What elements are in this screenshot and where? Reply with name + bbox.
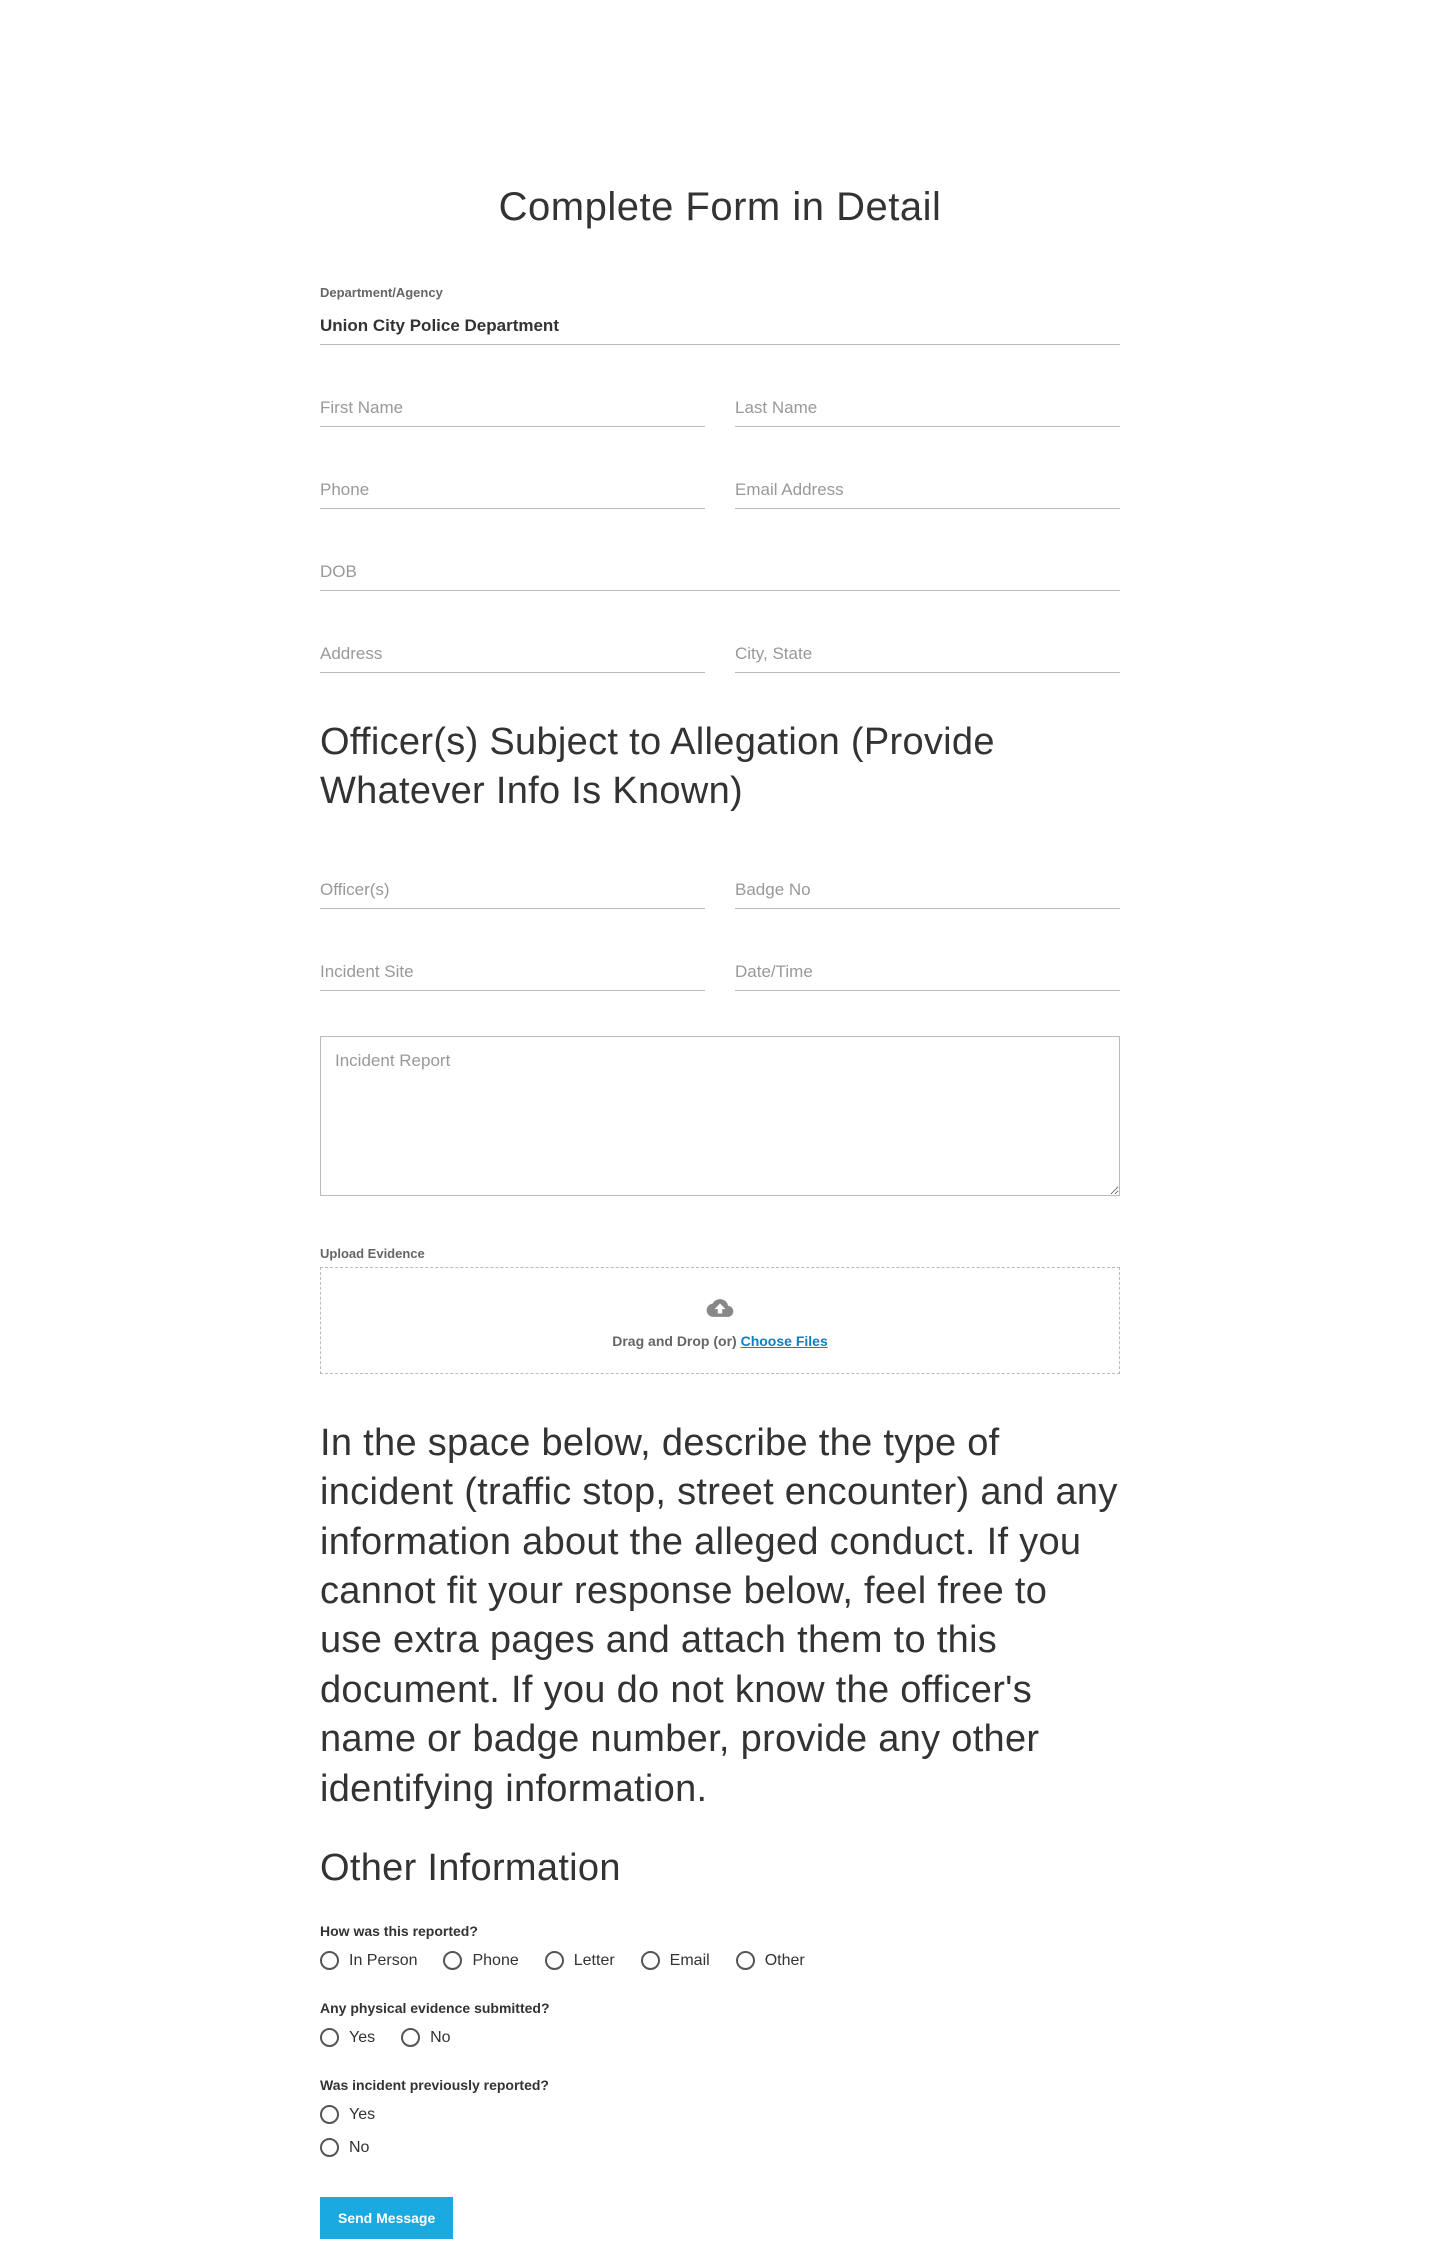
email-input[interactable] [735, 472, 1120, 509]
q1-radio-letter[interactable] [545, 1951, 564, 1970]
last-name-input[interactable] [735, 390, 1120, 427]
officers-input[interactable] [320, 872, 705, 909]
upload-dropzone[interactable]: Drag and Drop (or) Choose Files [320, 1267, 1120, 1374]
first-name-input[interactable] [320, 390, 705, 427]
q1-radio-phone[interactable] [443, 1951, 462, 1970]
instruction-text: In the space below, describe the type of… [320, 1419, 1120, 1814]
q1-text-other: Other [765, 1952, 805, 1970]
q3-label: Was incident previously reported? [320, 2077, 1120, 2093]
q2-text-yes: Yes [349, 2029, 375, 2047]
q2-text-no: No [430, 2029, 450, 2047]
choose-files-link[interactable]: Choose Files [741, 1333, 828, 1349]
incident-report-textarea[interactable] [320, 1036, 1120, 1196]
q1-text-letter: Letter [574, 1952, 615, 1970]
upload-label: Upload Evidence [320, 1246, 1120, 1261]
address-input[interactable] [320, 636, 705, 673]
q1-text-in-person: In Person [349, 1952, 417, 1970]
badge-input[interactable] [735, 872, 1120, 909]
dob-input[interactable] [320, 554, 1120, 591]
q1-text-email: Email [670, 1952, 710, 1970]
q2-radio-yes[interactable] [320, 2028, 339, 2047]
q3-text-no: No [349, 2139, 369, 2157]
department-input[interactable] [320, 308, 1120, 345]
q3-radio-no[interactable] [320, 2138, 339, 2157]
q3-text-yes: Yes [349, 2106, 375, 2124]
phone-input[interactable] [320, 472, 705, 509]
q1-radio-in-person[interactable] [320, 1951, 339, 1970]
officers-section-heading: Officer(s) Subject to Allegation (Provid… [320, 718, 1120, 817]
incident-site-input[interactable] [320, 954, 705, 991]
q1-radio-email[interactable] [641, 1951, 660, 1970]
q3-radio-yes[interactable] [320, 2105, 339, 2124]
cloud-upload-icon [706, 1298, 734, 1318]
send-message-button[interactable]: Send Message [320, 2197, 453, 2239]
department-label: Department/Agency [320, 285, 1120, 300]
date-time-input[interactable] [735, 954, 1120, 991]
drag-drop-text: Drag and Drop (or) [612, 1333, 740, 1349]
q1-text-phone: Phone [472, 1952, 518, 1970]
q2-label: Any physical evidence submitted? [320, 2000, 1120, 2016]
q1-label: How was this reported? [320, 1923, 1120, 1939]
page-title: Complete Form in Detail [320, 0, 1120, 285]
q1-radio-other[interactable] [736, 1951, 755, 1970]
q2-radio-no[interactable] [401, 2028, 420, 2047]
city-state-input[interactable] [735, 636, 1120, 673]
other-info-heading: Other Information [320, 1844, 1120, 1893]
